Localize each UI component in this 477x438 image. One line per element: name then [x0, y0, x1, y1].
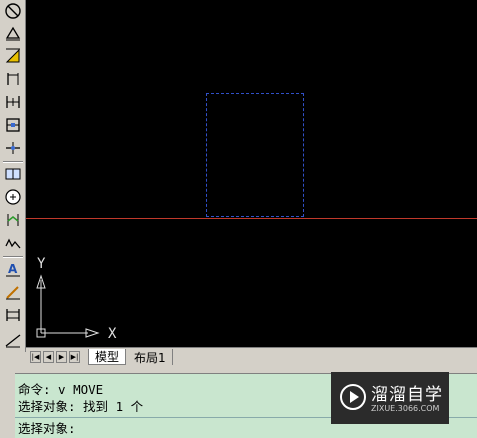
dimension-toolbar: A	[0, 0, 26, 352]
dimension-update-icon[interactable]	[3, 282, 23, 302]
last-tab-button[interactable]: ▶|	[69, 351, 80, 363]
ucs-x-label: X	[108, 326, 117, 342]
watermark-title: 溜溜自学	[371, 385, 443, 405]
first-tab-button[interactable]: |◀	[30, 351, 41, 363]
command-history-line: 命令: v MOVE	[18, 382, 104, 397]
watermark-subtitle: ZIXUE.3066.COM	[371, 404, 440, 413]
linear-dimension-icon[interactable]	[3, 1, 23, 21]
continue-dimension-icon[interactable]	[3, 115, 23, 135]
ordinate-dimension-icon[interactable]	[3, 69, 23, 89]
svg-text:A: A	[8, 262, 18, 276]
watermark-logo-icon	[340, 384, 366, 410]
command-prompt[interactable]: 选择对象:	[18, 421, 76, 437]
tab-layout1[interactable]: 布局1	[128, 349, 173, 365]
jogged-dimension-icon[interactable]	[3, 210, 23, 230]
dimension-override-icon[interactable]	[3, 330, 23, 350]
tolerance-icon[interactable]	[3, 164, 23, 184]
center-mark-icon[interactable]	[3, 187, 23, 207]
toolbar-separator	[3, 256, 23, 258]
next-tab-button[interactable]: ▶	[56, 351, 67, 363]
dimension-text-edit-icon[interactable]: A	[3, 259, 23, 279]
drawing-area[interactable]: Y X	[26, 0, 477, 347]
layout-tab-bar: |◀ ◀ ▶ ▶| 模型 布局1	[26, 347, 477, 367]
dimension-edit-icon[interactable]	[3, 233, 23, 253]
toolbar-separator	[3, 161, 23, 163]
ucs-icon	[36, 274, 100, 338]
prev-tab-button[interactable]: ◀	[43, 351, 54, 363]
watermark: 溜溜自学 ZIXUE.3066.COM	[331, 372, 449, 424]
aligned-dimension-icon[interactable]	[3, 23, 23, 43]
ucs-y-label: Y	[37, 256, 46, 272]
baseline-dimension-icon[interactable]	[3, 92, 23, 112]
command-history-line: 选择对象: 找到 1 个	[18, 399, 144, 414]
tab-model[interactable]: 模型	[88, 349, 127, 365]
arc-length-icon[interactable]	[3, 46, 23, 66]
dimension-style-icon[interactable]	[3, 305, 23, 325]
quick-leader-icon[interactable]	[3, 138, 23, 158]
